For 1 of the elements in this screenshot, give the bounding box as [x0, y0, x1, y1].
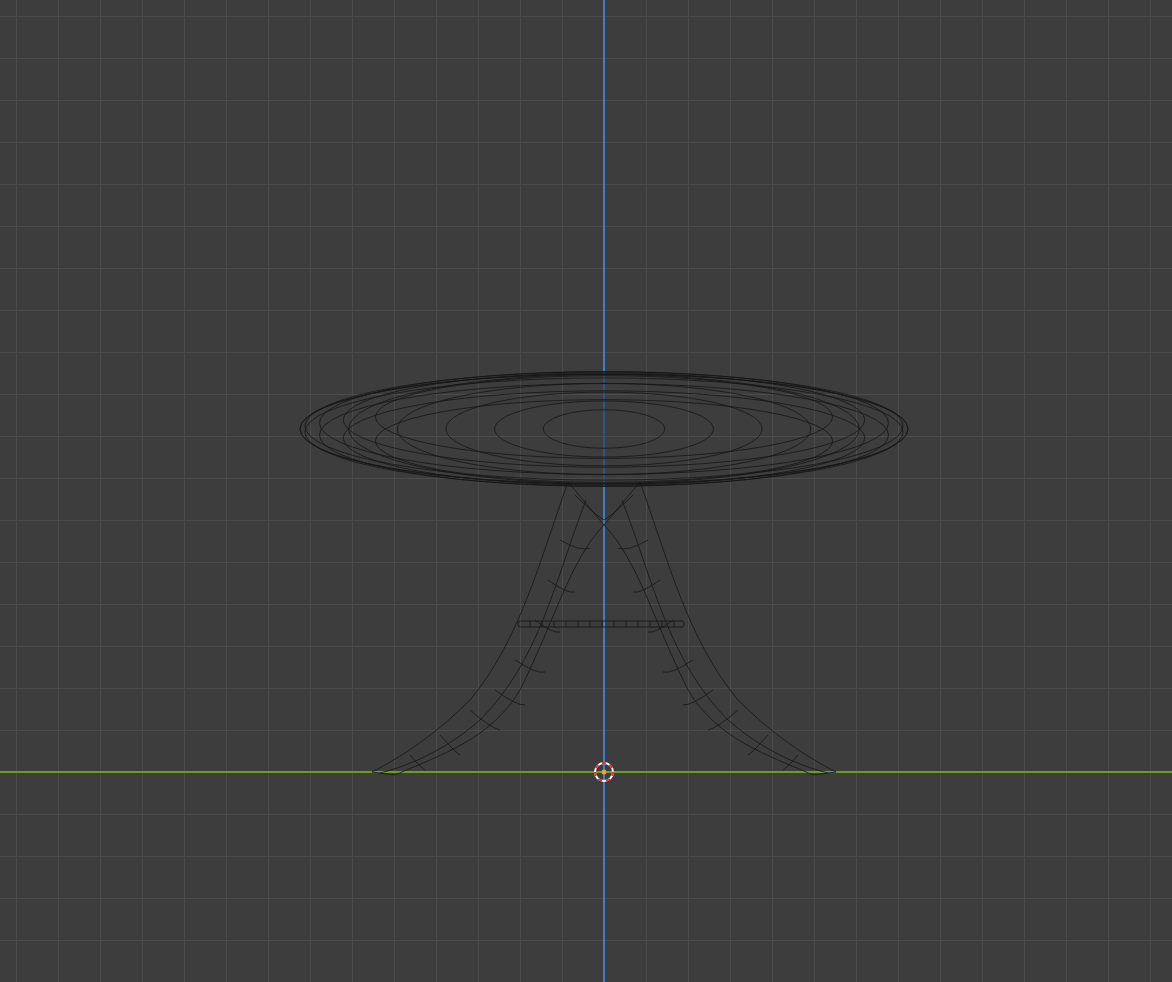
3d-cursor-icon[interactable]	[594, 762, 614, 782]
